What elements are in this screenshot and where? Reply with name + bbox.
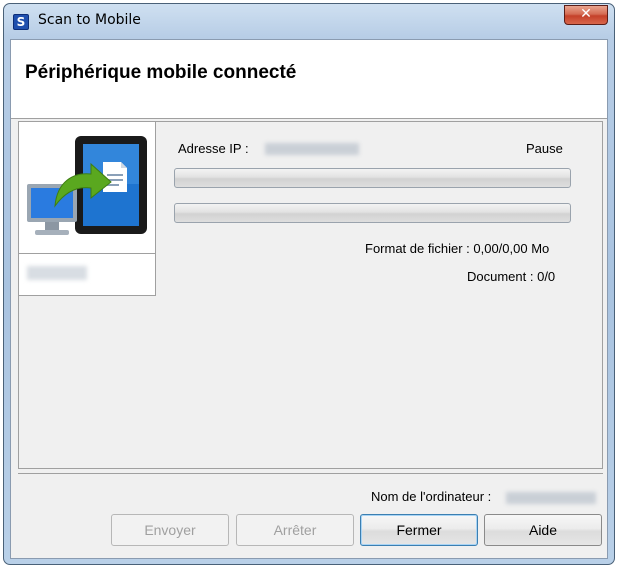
status-panel: Adresse IP : Pause Format de fichier : 0… [18, 121, 603, 469]
page-title: Périphérique mobile connecté [25, 62, 297, 83]
stop-button[interactable]: Arrêter [236, 514, 354, 546]
computer-to-tablet-icon [27, 136, 147, 235]
close-icon: ✕ [580, 6, 592, 22]
device-name-redacted [27, 266, 87, 280]
footer-separator [18, 473, 603, 474]
dialog-client-area: Périphérique mobile connecté Adresse IP … [10, 39, 608, 559]
document-count-text: Document : 0/0 [467, 269, 556, 284]
progress-bar-upper [174, 168, 571, 188]
device-divider [19, 253, 155, 254]
send-button[interactable]: Envoyer [111, 514, 229, 546]
close-window-button[interactable]: ✕ [564, 5, 608, 25]
help-button[interactable]: Aide [484, 514, 602, 546]
close-button[interactable]: Fermer [360, 514, 478, 546]
computer-name-value-redacted [506, 492, 596, 504]
ip-address-label: Adresse IP : [178, 141, 249, 156]
title-bar[interactable]: S Scan to Mobile ✕ [4, 4, 614, 38]
header-band: Périphérique mobile connecté [11, 40, 607, 119]
app-window: S Scan to Mobile ✕ Périphérique mobile c… [3, 3, 615, 565]
computer-name-label: Nom de l'ordinateur : [371, 489, 492, 504]
progress-bar-lower [174, 203, 571, 223]
status-text: Pause [526, 141, 563, 156]
ip-address-value-redacted [265, 143, 359, 155]
window-title: Scan to Mobile [38, 12, 141, 28]
scan-to-mobile-app-icon: S [13, 14, 29, 30]
device-panel [19, 122, 156, 296]
file-format-text: Format de fichier : 0,00/0,00 Mo [365, 241, 550, 256]
